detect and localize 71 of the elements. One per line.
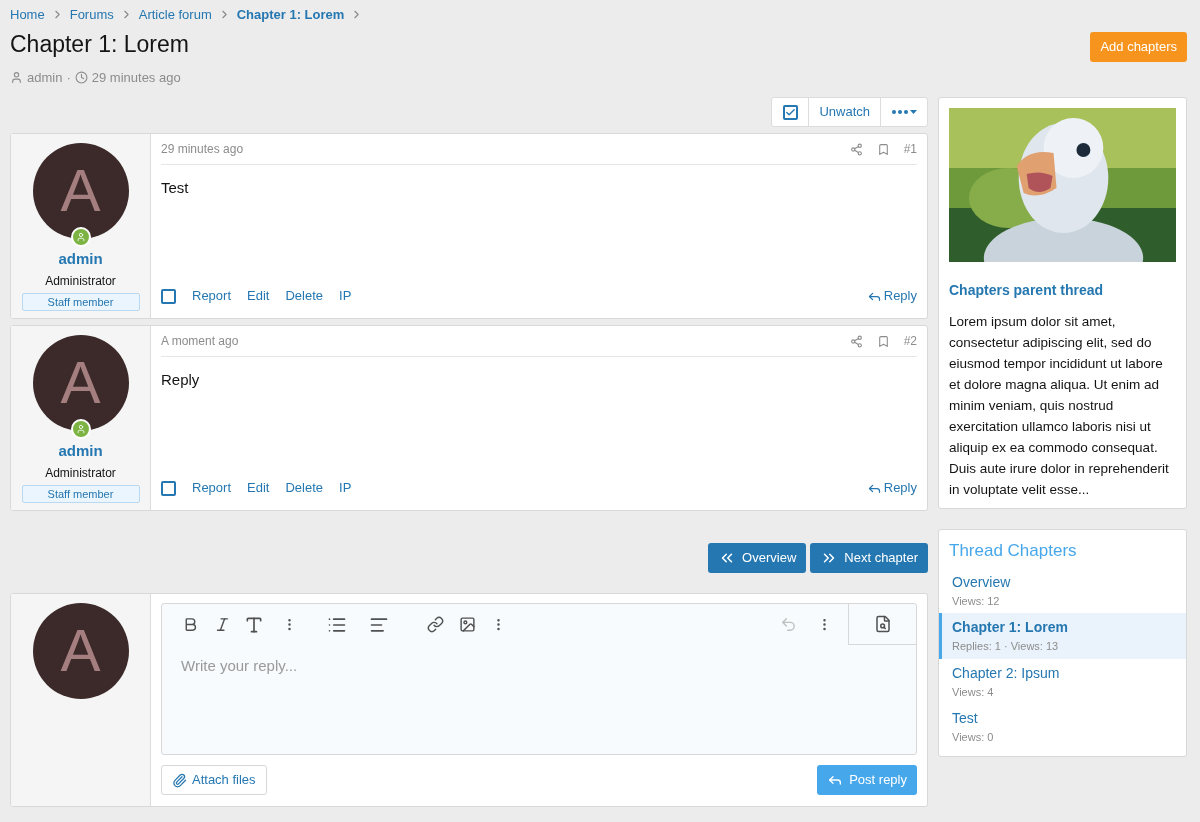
staff-badge: Staff member bbox=[21, 292, 140, 311]
share-icon[interactable] bbox=[849, 142, 863, 156]
reply-link[interactable]: Reply bbox=[866, 478, 917, 498]
username-link[interactable]: admin bbox=[58, 440, 103, 463]
reply-editor[interactable]: Write your reply... bbox=[161, 603, 917, 755]
post-action-link[interactable]: Delete bbox=[285, 478, 323, 498]
post-number-link[interactable]: #1 bbox=[903, 140, 917, 158]
chapter-nav-button[interactable]: Next chapter bbox=[810, 543, 928, 573]
chapter-stats: Views: 0 bbox=[952, 730, 995, 745]
breadcrumb-link[interactable]: Forums bbox=[69, 5, 114, 25]
card-text: Lorem ipsum dolor sit amet, consectetur adipiscing elit, sed do eiusmod tempor incididunt ut labore et dolore magna aliqua. Ut enim ad minim veniam, quis nostrud exercitation ullamco laboris nisi ut aliquip ex ea commodo consequat. Duis aute irure dolor in reprehenderit in voluptate velit esse... bbox=[949, 313, 1170, 499]
user-icon bbox=[10, 70, 23, 84]
chapter-item[interactable]: Chapter 2: Ipsum Views: 4 bbox=[939, 658, 1186, 704]
breadcrumb-link[interactable]: Article forum bbox=[138, 5, 212, 25]
chapter-title: Test bbox=[952, 709, 979, 728]
bookmark-icon[interactable] bbox=[876, 334, 890, 348]
preview-button[interactable] bbox=[848, 604, 916, 645]
user-avatar[interactable]: A bbox=[32, 603, 129, 699]
post-body: Test bbox=[161, 178, 190, 198]
breadcrumb-link[interactable]: Chapter 1: Lorem bbox=[236, 5, 345, 25]
thread-time: 29 minutes ago bbox=[91, 68, 181, 87]
breadcrumb-link[interactable]: Home bbox=[10, 5, 45, 25]
post-body: Reply bbox=[161, 370, 201, 390]
chapter-title: Chapter 2: Ipsum bbox=[952, 663, 1061, 683]
italic-icon[interactable] bbox=[214, 616, 231, 633]
user-avatar[interactable]: A bbox=[32, 335, 129, 431]
post-action-link[interactable]: IP bbox=[339, 478, 352, 498]
post-action-link[interactable]: Report bbox=[192, 286, 232, 306]
preview-icon bbox=[873, 615, 892, 633]
reply-link[interactable]: Reply bbox=[866, 286, 917, 306]
chapter-item[interactable]: Test Views: 0 bbox=[939, 704, 1186, 750]
chapter-title: Overview bbox=[952, 572, 1012, 592]
image-icon[interactable] bbox=[459, 616, 476, 633]
reply-input-field[interactable]: Write your reply... bbox=[162, 645, 916, 754]
chapter-item[interactable]: Chapter 1: Lorem Replies: 1 · Views: 13 bbox=[939, 613, 1186, 659]
chapter-stats: Replies: 1 · Views: 13 bbox=[952, 639, 1060, 654]
chapter-nav-button[interactable]: Overview bbox=[708, 543, 807, 573]
post-action-link[interactable]: Edit bbox=[247, 478, 270, 498]
post-action-link[interactable]: IP bbox=[339, 286, 352, 306]
chapter-stats: Views: 12 bbox=[952, 593, 1001, 609]
username-link[interactable]: admin bbox=[58, 248, 103, 271]
post-reply-button[interactable]: Post reply bbox=[817, 765, 917, 795]
separator-dot: · bbox=[66, 68, 71, 87]
unwatch-button[interactable]: Unwatch bbox=[809, 98, 881, 126]
user-role: Administrator bbox=[45, 272, 116, 290]
panel-title: Thread Chapters bbox=[948, 540, 1078, 562]
bookmark-icon[interactable] bbox=[876, 142, 890, 156]
user-avatar[interactable]: A bbox=[32, 143, 129, 239]
post-time: A moment ago bbox=[161, 333, 239, 350]
paperclip-icon bbox=[172, 772, 187, 788]
author-link[interactable]: admin bbox=[27, 67, 63, 87]
post-action-link[interactable]: Edit bbox=[247, 286, 270, 306]
post-action-link[interactable]: Report bbox=[192, 478, 232, 498]
link-icon[interactable] bbox=[427, 616, 444, 633]
more-dots-icon bbox=[891, 108, 917, 116]
select-checkbox[interactable] bbox=[161, 480, 176, 496]
post-number-link[interactable]: #2 bbox=[903, 332, 917, 350]
staff-badge: Staff member bbox=[21, 484, 140, 503]
check-icon bbox=[784, 106, 796, 118]
chapter-title: Chapter 1: Lorem bbox=[952, 618, 1069, 637]
chapter-item[interactable]: Overview Views: 12 bbox=[939, 567, 1186, 613]
chapter-stats: Views: 4 bbox=[952, 684, 995, 700]
user-role: Administrator bbox=[45, 464, 116, 482]
select-checkbox[interactable] bbox=[161, 288, 176, 304]
attach-files-button[interactable]: Attach files bbox=[161, 765, 267, 795]
clock-icon bbox=[74, 70, 88, 84]
post-time: 29 minutes ago bbox=[161, 141, 244, 158]
post-action-link[interactable]: Delete bbox=[285, 286, 323, 306]
page-title: Chapter 1: Lorem bbox=[10, 29, 189, 59]
share-icon[interactable] bbox=[849, 334, 863, 348]
card-title-link[interactable]: Chapters parent thread bbox=[949, 280, 1176, 301]
